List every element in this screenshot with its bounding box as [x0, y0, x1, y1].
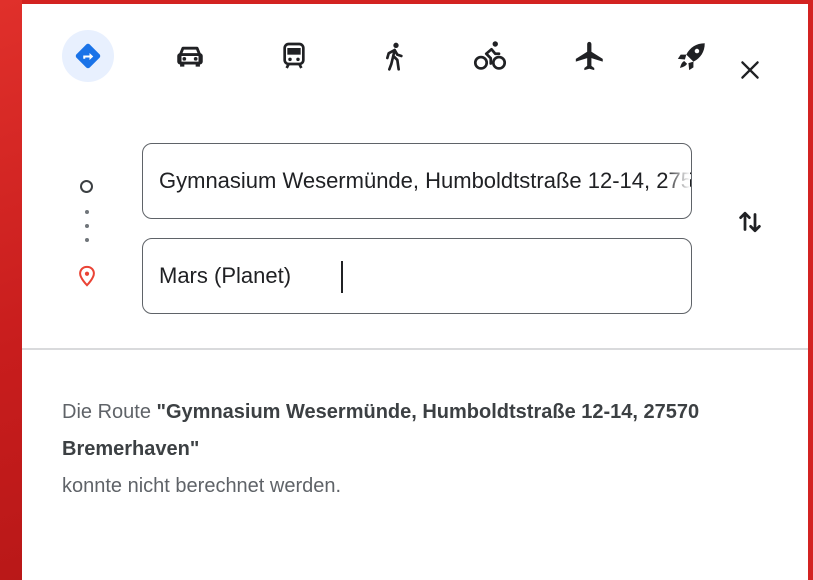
- text-caret: [341, 261, 343, 293]
- close-icon: [741, 61, 759, 79]
- swap-button[interactable]: [728, 200, 772, 244]
- rocket-icon: [677, 43, 705, 71]
- bicycle-icon: [473, 41, 507, 70]
- destination-input[interactable]: [159, 239, 691, 313]
- travel-mode-cycling[interactable]: [464, 30, 516, 82]
- destination-field[interactable]: [142, 238, 692, 314]
- message-quote-close: ": [189, 438, 200, 460]
- origin-input[interactable]: [159, 144, 691, 218]
- origin-field[interactable]: [142, 143, 692, 219]
- walking-icon: [386, 42, 403, 71]
- car-icon: [177, 46, 203, 67]
- airplane-icon: [575, 41, 603, 71]
- close-button[interactable]: [730, 50, 770, 90]
- rail-dot-icon: [85, 224, 89, 228]
- directions-diamond-icon: [75, 43, 101, 69]
- destination-pin-icon: [79, 265, 95, 287]
- travel-mode-best-route[interactable]: [62, 30, 114, 82]
- divider: [22, 348, 808, 350]
- origin-circle-icon: [80, 180, 93, 193]
- directions-panel: Die Route "Gymnasium Wesermünde, Humbold…: [22, 4, 808, 580]
- message-suffix: konnte nicht berechnet werden.: [62, 475, 342, 497]
- travel-mode-transit[interactable]: [268, 30, 320, 82]
- route-error-message: Die Route "Gymnasium Wesermünde, Humbold…: [62, 394, 762, 505]
- travel-mode-rocket[interactable]: [666, 30, 718, 82]
- route-rail: [74, 174, 104, 304]
- travel-mode-bar: [62, 30, 782, 94]
- travel-mode-walking[interactable]: [368, 30, 420, 82]
- message-prefix: Die Route: [62, 401, 157, 423]
- swap-vertical-icon: [739, 211, 761, 233]
- rail-dot-icon: [85, 210, 89, 214]
- travel-mode-flights[interactable]: [564, 30, 616, 82]
- train-icon: [283, 42, 305, 69]
- rail-dot-icon: [85, 238, 89, 242]
- travel-mode-driving[interactable]: [164, 30, 216, 82]
- background-frame: [0, 0, 22, 580]
- message-quote-open: ": [156, 401, 166, 423]
